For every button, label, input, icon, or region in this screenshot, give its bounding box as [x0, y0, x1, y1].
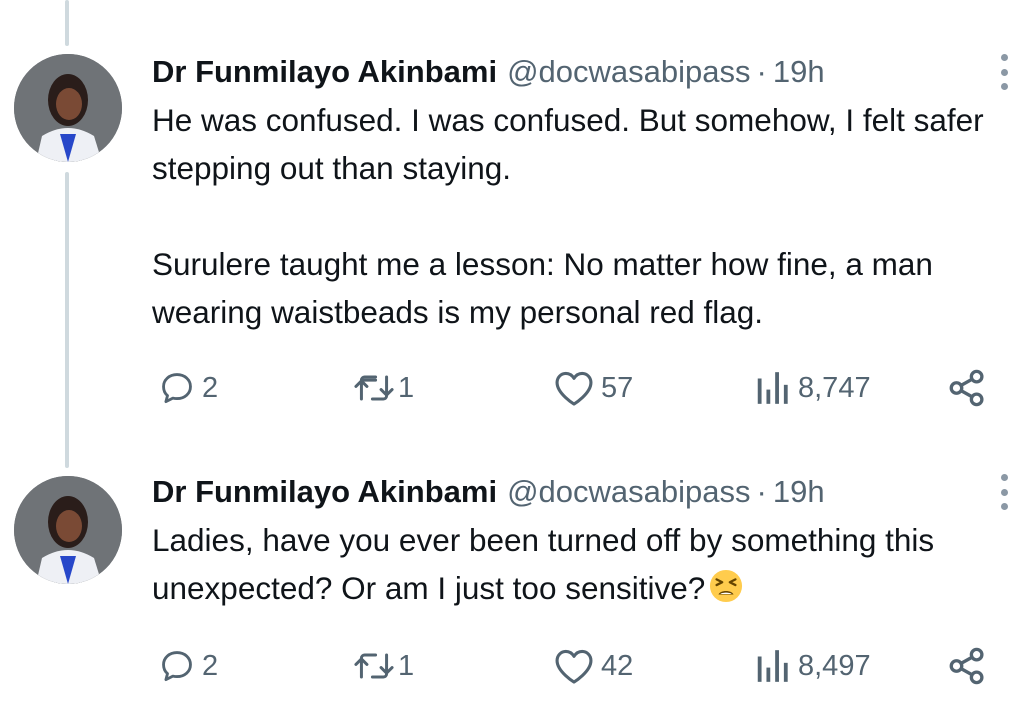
heart-icon: [555, 649, 593, 684]
avatar-image: [14, 476, 122, 584]
tweet-paragraph: He was confused. I was confused. But som…: [152, 102, 984, 186]
author-handle[interactable]: @docwasabipass: [507, 474, 750, 510]
retweet-icon: [354, 375, 394, 401]
tweet[interactable]: Dr Funmilayo Akinbami @docwasabipass · 1…: [0, 472, 1036, 728]
repost-count: 1: [398, 649, 415, 682]
reply-button[interactable]: 2: [158, 366, 218, 410]
author-handle[interactable]: @docwasabipass: [507, 54, 750, 90]
tweet-header: Dr Funmilayo Akinbami @docwasabipass · 1…: [152, 472, 825, 512]
tired-face-emoji: [710, 569, 743, 603]
like-count: 57: [601, 371, 634, 404]
share-icon: [949, 647, 984, 685]
tweet-text: He was confused. I was confused. But som…: [152, 96, 1022, 336]
avatar[interactable]: [14, 476, 122, 584]
separator-dot: ·: [756, 54, 767, 89]
timestamp[interactable]: 19h: [773, 474, 825, 510]
reply-button[interactable]: 2: [158, 644, 218, 688]
tweet-actions: 2 1 57 8,747: [150, 366, 1010, 410]
more-options-icon[interactable]: [992, 54, 1016, 90]
share-button[interactable]: [946, 366, 988, 410]
views-button[interactable]: 8,747: [752, 366, 871, 410]
repost-count: 1: [398, 371, 415, 404]
like-count: 42: [601, 649, 634, 682]
timestamp[interactable]: 19h: [773, 54, 825, 90]
heart-icon: [555, 371, 593, 406]
view-count: 8,497: [798, 649, 871, 682]
reply-count: 2: [202, 649, 219, 682]
separator-dot: ·: [756, 474, 767, 509]
tweet-actions: 2 1 42 8,497: [150, 644, 1010, 688]
tweet-paragraph: Ladies, have you ever been turned off by…: [152, 516, 1022, 612]
repost-button[interactable]: 1: [352, 644, 414, 688]
views-button[interactable]: 8,497: [752, 644, 871, 688]
tweet-text: Ladies, have you ever been turned off by…: [152, 516, 1022, 612]
retweet-icon: [354, 653, 394, 679]
avatar-image: [14, 54, 122, 162]
tweet[interactable]: Dr Funmilayo Akinbami @docwasabipass · 1…: [0, 52, 1036, 412]
author-name[interactable]: Dr Funmilayo Akinbami: [152, 474, 497, 510]
comment-icon: [162, 651, 192, 682]
author-name[interactable]: Dr Funmilayo Akinbami: [152, 54, 497, 90]
share-icon: [949, 369, 984, 407]
comment-icon: [162, 373, 192, 404]
analytics-icon: [757, 372, 788, 404]
share-button[interactable]: [946, 644, 988, 688]
more-options-icon[interactable]: [992, 474, 1016, 510]
like-button[interactable]: 57: [553, 366, 633, 410]
reply-count: 2: [202, 371, 219, 404]
like-button[interactable]: 42: [553, 644, 633, 688]
avatar[interactable]: [14, 54, 122, 162]
analytics-icon: [757, 650, 788, 682]
tweet-paragraph-text: Ladies, have you ever been turned off by…: [152, 522, 935, 606]
view-count: 8,747: [798, 371, 871, 404]
tweet-header: Dr Funmilayo Akinbami @docwasabipass · 1…: [152, 52, 825, 92]
thread-connector-top: [65, 0, 69, 46]
tweet-paragraph: Surulere taught me a lesson: No matter h…: [152, 246, 933, 330]
repost-button[interactable]: 1: [352, 366, 414, 410]
